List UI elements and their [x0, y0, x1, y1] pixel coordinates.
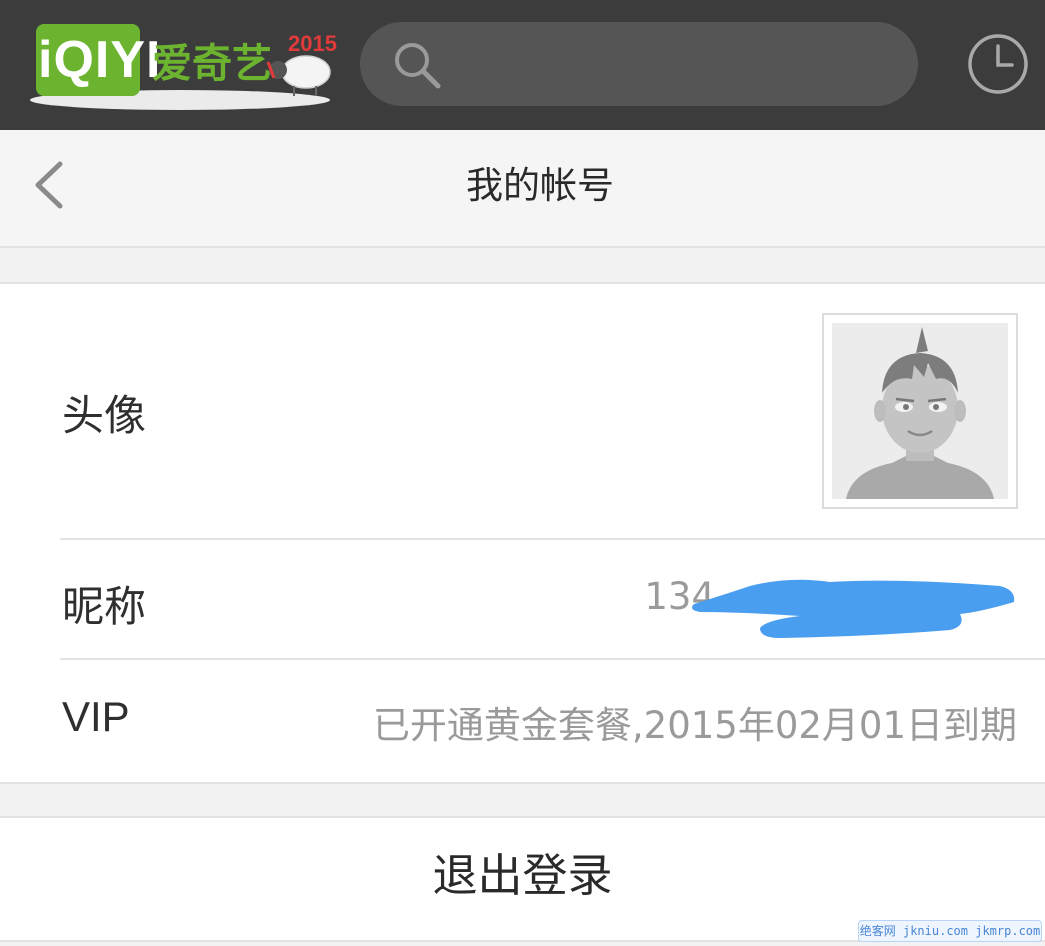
- search-bar[interactable]: [360, 22, 918, 106]
- watermark: 绝客网 jkniu.com jkmrp.com: [858, 920, 1042, 942]
- iqiyi-logo[interactable]: iQIYI 爱奇艺 2015: [30, 18, 337, 114]
- default-avatar-icon: [846, 327, 994, 499]
- vip-label: VIP: [62, 693, 130, 740]
- logo-text: iQIYI: [38, 31, 162, 89]
- redaction-scribble: [692, 579, 1015, 638]
- avatar-label: 头像: [62, 391, 147, 440]
- search-icon[interactable]: [390, 38, 444, 92]
- nickname-label: 昵称: [62, 582, 147, 631]
- logout-label[interactable]: 退出登录: [0, 844, 1045, 908]
- avatar[interactable]: [822, 313, 1018, 509]
- history-clock-icon[interactable]: [966, 32, 1030, 96]
- logo-cn-text: 爱奇艺: [152, 41, 272, 87]
- row-divider: [60, 658, 1045, 660]
- search-input[interactable]: [456, 40, 900, 90]
- page-title: 我的帐号: [466, 164, 614, 207]
- row-divider: [60, 538, 1045, 540]
- sheep-mascot-icon: [266, 55, 331, 96]
- top-bar: iQIYI 爱奇艺 2015: [0, 0, 1045, 130]
- avatar-image: [832, 323, 1008, 499]
- vip-status-value: 已开通黄金套餐,2015年02月01日到期: [372, 704, 1017, 747]
